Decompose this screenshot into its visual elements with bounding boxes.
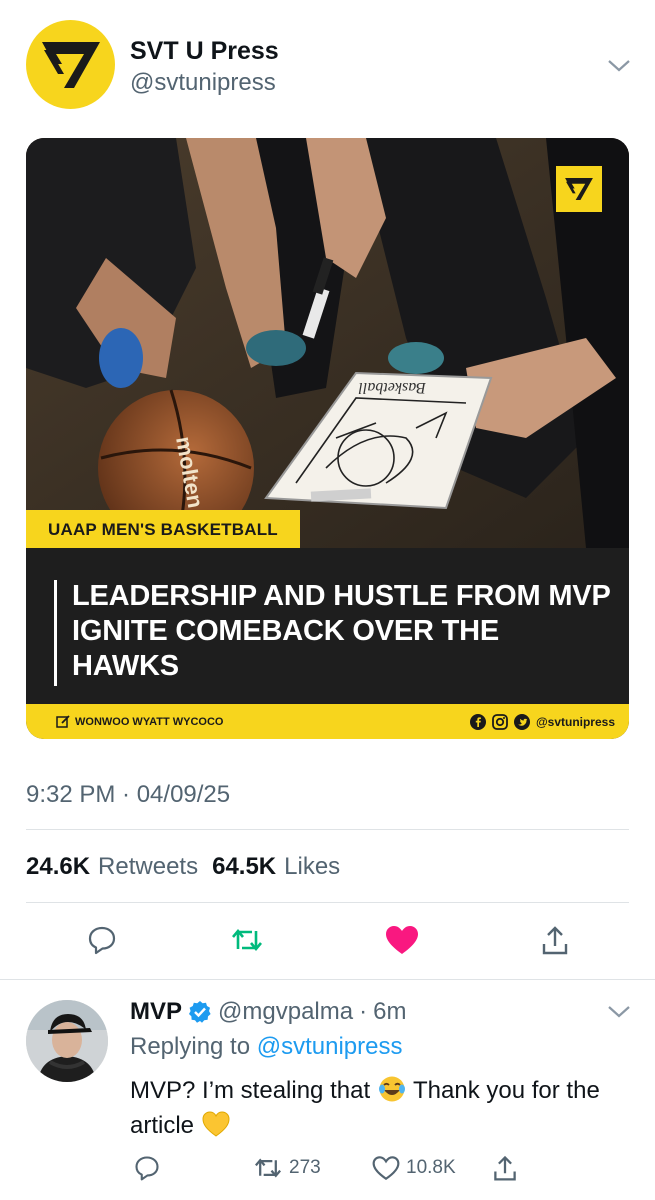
retweet-icon	[255, 1158, 281, 1178]
article-card[interactable]: molten Basketball UAAP MEN'S BASKETBALL …	[26, 138, 629, 739]
twitter-icon	[514, 713, 531, 730]
reply-retweet-count: 273	[289, 1157, 321, 1178]
likes-count[interactable]: 64.5K	[212, 853, 276, 881]
svt-logo-icon	[41, 41, 100, 88]
reply-author-name[interactable]: MVP	[130, 998, 182, 1026]
reply-header: MVP @mgvpalma · 6m	[130, 998, 406, 1026]
replying-to: Replying to @svtunipress	[130, 1033, 403, 1061]
yellow-heart-emoji-icon	[202, 1111, 230, 1137]
like-button[interactable]	[384, 922, 420, 958]
divider	[0, 979, 655, 980]
reply-text-part1: MVP? I’m stealing that	[130, 1077, 371, 1104]
reply-share-button[interactable]	[491, 1154, 519, 1182]
tweet-stats: 24.6K Retweets 64.5K Likes	[26, 853, 346, 881]
dot-separator: ·	[359, 998, 368, 1025]
card-author-name: WONWOO WYATT WYCOCO	[75, 715, 224, 728]
reply-like-count: 10.8K	[406, 1157, 456, 1178]
reply-avatar[interactable]	[26, 1000, 108, 1082]
replying-prefix: Replying to	[130, 1033, 251, 1060]
category-tag: UAAP MEN'S BASKETBALL	[26, 510, 300, 549]
share-button[interactable]	[537, 922, 573, 958]
card-author: WONWOO WYATT WYCOCO	[56, 715, 223, 728]
card-footer: WONWOO WYATT WYCOCO @svtunipress	[26, 704, 629, 739]
comment-icon	[135, 1156, 159, 1181]
retweet-button[interactable]	[229, 922, 265, 958]
reply-button[interactable]	[84, 922, 120, 958]
divider	[26, 902, 629, 903]
share-icon	[494, 1155, 516, 1181]
edit-icon	[56, 715, 70, 728]
author-name[interactable]: SVT U Press	[130, 37, 279, 66]
headline-accent-bar	[54, 580, 57, 686]
card-logo-icon	[556, 166, 602, 212]
author-avatar[interactable]	[26, 20, 115, 109]
chevron-down-icon[interactable]	[605, 56, 633, 76]
reply-time[interactable]: 6m	[373, 998, 406, 1026]
replying-to-link[interactable]: @svtunipress	[257, 1033, 403, 1060]
headline-box: LEADERSHIP AND HUSTLE FROM MVP IGNITE CO…	[26, 548, 629, 704]
chevron-down-icon[interactable]	[605, 1002, 633, 1022]
share-icon	[542, 926, 568, 955]
card-socials: @svtunipress	[470, 713, 615, 730]
heart-outline-icon	[372, 1156, 400, 1181]
divider	[26, 829, 629, 830]
article-photo: molten Basketball	[26, 138, 629, 548]
reply-text: MVP? I’m stealing that Thank you for the…	[130, 1073, 630, 1143]
retweets-label[interactable]: Retweets	[98, 853, 198, 881]
card-social-handle: @svtunipress	[535, 714, 615, 729]
reply-author-handle[interactable]: @mgvpalma	[218, 998, 353, 1026]
verified-badge-icon	[189, 1001, 211, 1023]
laughing-emoji-icon	[378, 1076, 405, 1102]
likes-label[interactable]: Likes	[284, 853, 340, 881]
tweet-timestamp[interactable]: 9:32 PM · 04/09/25	[26, 781, 230, 809]
author-handle[interactable]: @svtunipress	[130, 69, 276, 97]
reply-retweet-button[interactable]: 273	[253, 1154, 321, 1182]
instagram-icon	[492, 713, 509, 730]
retweet-icon	[232, 928, 262, 952]
reply-reply-button[interactable]	[133, 1154, 161, 1182]
facebook-icon	[470, 713, 487, 730]
board-text: Basketball	[358, 379, 426, 396]
card-headline: LEADERSHIP AND HUSTLE FROM MVP IGNITE CO…	[72, 580, 611, 682]
comment-icon	[88, 926, 116, 955]
retweets-count[interactable]: 24.6K	[26, 853, 90, 881]
reply-like-button[interactable]: 10.8K	[372, 1154, 456, 1182]
heart-icon	[386, 926, 418, 954]
